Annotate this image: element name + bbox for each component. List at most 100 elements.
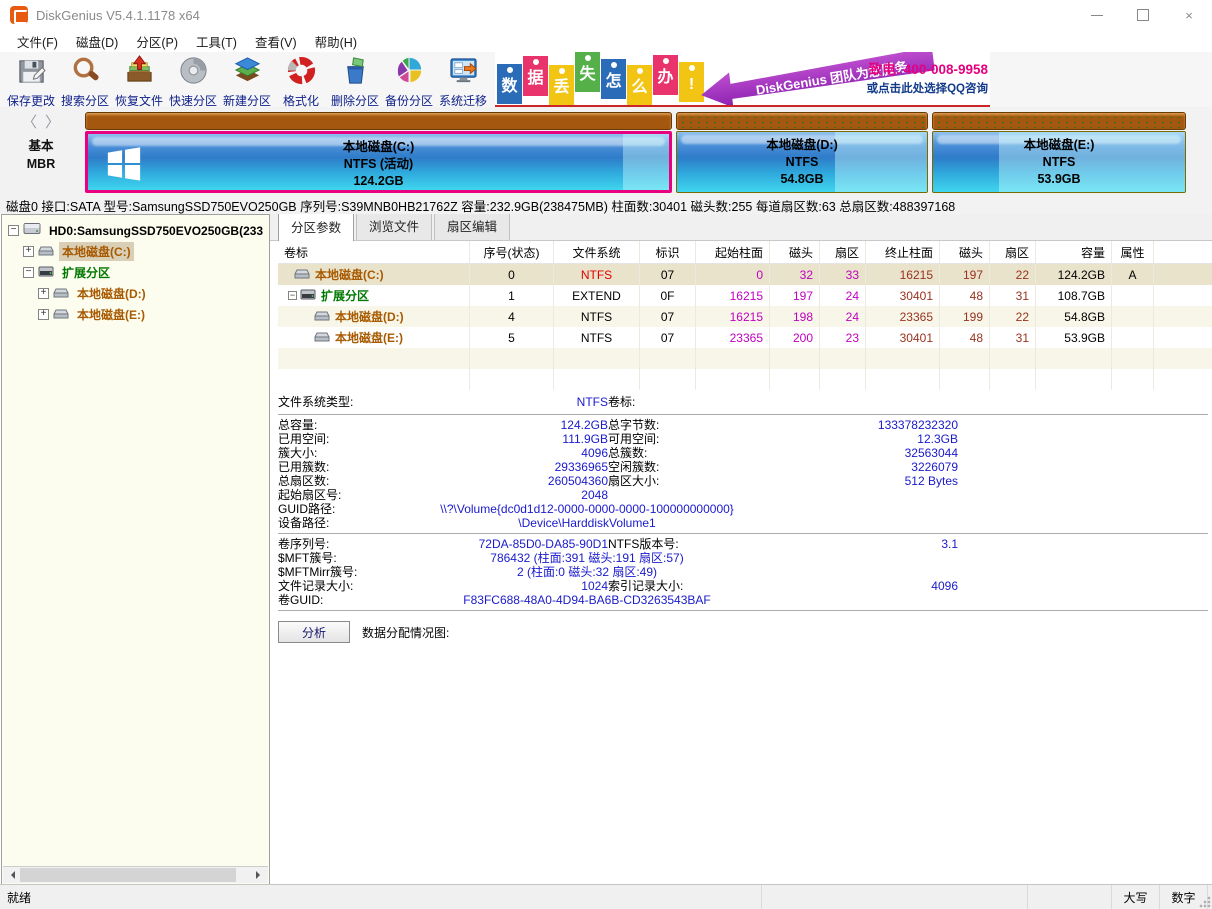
menu-item-3[interactable]: 工具(T) bbox=[187, 30, 246, 53]
tree-item-本地磁盘(D:)[interactable]: + 本地磁盘(D:) bbox=[2, 283, 269, 304]
expand-icon[interactable]: + bbox=[38, 288, 49, 299]
scroll-left-icon[interactable] bbox=[3, 867, 19, 883]
disk-nav-arrows[interactable]: 〈〉 bbox=[0, 111, 82, 132]
partition-type-bar bbox=[85, 112, 672, 130]
table-row-扩展分区[interactable]: − 扩展分区 1 EXTEND 0F 16215 197 24 30401 48 31 108.7GB bbox=[278, 285, 1212, 306]
格式化-button[interactable]: 格式化 bbox=[274, 52, 328, 108]
minimize-button[interactable] bbox=[1074, 0, 1120, 30]
menu-item-5[interactable]: 帮助(H) bbox=[306, 30, 366, 53]
partition-block-本地磁盘(C:)[interactable]: 本地磁盘(C:) NTFS (活动) 124.2GB bbox=[85, 107, 672, 194]
menu-item-0[interactable]: 文件(F) bbox=[8, 30, 67, 53]
table-cell: 199 bbox=[940, 306, 990, 327]
table-cell: 22 bbox=[990, 306, 1036, 327]
detail-row: 已用簇数: 29336965 空闲簇数: 3226079 bbox=[278, 460, 1208, 474]
partition-icon bbox=[294, 268, 310, 282]
separator-line bbox=[278, 533, 1208, 534]
tree-item-HD0:SamsungSSD750EVO250GB(233[interactable]: − HD0:SamsungSSD750EVO250GB(233 bbox=[2, 220, 269, 241]
status-text: 就绪 bbox=[0, 885, 762, 909]
删除分区-button[interactable]: 删除分区 bbox=[328, 52, 382, 108]
row-volume-label: 本地磁盘(E:) bbox=[335, 331, 403, 345]
resize-grip[interactable] bbox=[1199, 896, 1211, 908]
detail-value: 1024 bbox=[581, 579, 608, 593]
table-cell: 16215 bbox=[696, 306, 770, 327]
column-header-磁头[interactable]: 磁头 bbox=[770, 241, 820, 263]
column-header-起始柱面[interactable]: 起始柱面 bbox=[696, 241, 770, 263]
partition-body[interactable]: 本地磁盘(E:) NTFS 53.9GB bbox=[932, 131, 1186, 193]
column-header-序号(状态)[interactable]: 序号(状态) bbox=[470, 241, 554, 263]
detail-value: 124.2GB bbox=[560, 418, 608, 432]
detail-value: 12.3GB bbox=[917, 432, 958, 446]
tree-horizontal-scrollbar[interactable] bbox=[3, 866, 268, 883]
table-cell bbox=[696, 348, 770, 369]
detail-row: 簇大小: 4096 总簇数: 32563044 bbox=[278, 446, 1208, 460]
partition-body[interactable]: 本地磁盘(D:) NTFS 54.8GB bbox=[676, 131, 928, 193]
column-header-扇区[interactable]: 扇区 bbox=[820, 241, 866, 263]
table-row-本地磁盘(E:)[interactable]: 本地磁盘(E:) 5 NTFS 07 23365 200 23 30401 48 31 53.9GB bbox=[278, 327, 1212, 348]
analyze-row: 分析 数据分配情况图: bbox=[278, 621, 1208, 643]
partition-body[interactable]: 本地磁盘(C:) NTFS (活动) 124.2GB bbox=[85, 131, 672, 193]
detail-value: F83FC688-48A0-4D94-BA6B-CD3263543BAF bbox=[463, 593, 711, 607]
collapse-icon[interactable]: − bbox=[8, 225, 19, 236]
系统迁移-button[interactable]: 系统迁移 bbox=[436, 52, 490, 108]
table-cell bbox=[866, 348, 940, 369]
保存更改-button[interactable]: 保存更改 bbox=[4, 52, 58, 108]
tree-item-label: 本地磁盘(E:) bbox=[77, 308, 145, 322]
备份分区-button[interactable]: 备份分区 bbox=[382, 52, 436, 108]
expand-icon[interactable]: + bbox=[38, 309, 49, 320]
恢复文件-button[interactable]: 恢复文件 bbox=[112, 52, 166, 108]
volume-label-cell bbox=[278, 369, 470, 390]
tree-item-本地磁盘(E:)[interactable]: + 本地磁盘(E:) bbox=[2, 304, 269, 325]
column-header-终止柱面[interactable]: 终止柱面 bbox=[866, 241, 940, 263]
detail-row: 文件系统类型: NTFS 卷标: bbox=[278, 394, 1208, 411]
diskgenius-window: DiskGenius V5.4.1.1178 x64 × 文件(F) 磁盘(D) 分… bbox=[0, 0, 1212, 909]
detail-label: $MFT簇号: bbox=[278, 551, 337, 565]
analyze-button[interactable]: 分析 bbox=[278, 621, 350, 643]
detail-value: 29336965 bbox=[554, 460, 608, 474]
minimize-icon bbox=[1091, 14, 1103, 16]
column-header-容量[interactable]: 容量 bbox=[1036, 241, 1112, 263]
detail-label: 可用空间: bbox=[608, 432, 660, 446]
scroll-right-icon[interactable] bbox=[252, 867, 268, 883]
tree-item-扩展分区[interactable]: − 扩展分区 bbox=[2, 262, 269, 283]
tree-item-本地磁盘(C:)[interactable]: + 本地磁盘(C:) bbox=[2, 241, 269, 262]
maximize-button[interactable] bbox=[1120, 0, 1166, 30]
banner-qq-link[interactable]: 或点击此处选择QQ咨询 bbox=[830, 80, 988, 96]
format-icon bbox=[286, 55, 317, 91]
prev-disk-icon[interactable]: 〈 bbox=[22, 114, 45, 131]
next-disk-icon[interactable]: 〉 bbox=[45, 114, 68, 131]
scrollbar-thumb[interactable] bbox=[20, 868, 236, 882]
table-cell: 07 bbox=[640, 327, 696, 348]
detail-row: 总容量: 124.2GB 总字节数: 133378232320 bbox=[278, 418, 1208, 432]
promo-banner[interactable]: 数据丢失怎么办! DiskGenius 团队为您服务 致电: 400-008-9… bbox=[495, 52, 990, 107]
column-header-磁头[interactable]: 磁头 bbox=[940, 241, 990, 263]
menu-item-1[interactable]: 磁盘(D) bbox=[67, 30, 127, 53]
collapse-icon[interactable]: − bbox=[288, 291, 297, 300]
table-row-本地磁盘(D:)[interactable]: 本地磁盘(D:) 4 NTFS 07 16215 198 24 23365 199 22 54.8G… bbox=[278, 306, 1212, 327]
tab-浏览文件[interactable]: 浏览文件 bbox=[356, 214, 433, 240]
column-header-扇区[interactable]: 扇区 bbox=[990, 241, 1036, 263]
tab-分区参数[interactable]: 分区参数 bbox=[278, 214, 355, 241]
table-row[interactable] bbox=[278, 348, 1212, 369]
close-button[interactable]: × bbox=[1166, 0, 1212, 30]
tab-扇区编辑[interactable]: 扇区编辑 bbox=[434, 214, 511, 240]
column-header-属性[interactable]: 属性 bbox=[1112, 241, 1154, 263]
expand-icon[interactable]: + bbox=[23, 246, 34, 257]
partition-text: 本地磁盘(E:) NTFS 53.9GB bbox=[933, 132, 1185, 188]
partition-detail-panel: 分区参数 浏览文件 扇区编辑 卷标 序号(状态) 文件系统 标识 起始柱面 磁头 扇区 终止柱面磁… bbox=[270, 214, 1212, 885]
table-row-本地磁盘(C:)[interactable]: 本地磁盘(C:) 0 NTFS 07 0 32 33 16215 197 22 124.2GB A bbox=[278, 264, 1212, 285]
column-header-卷标[interactable]: 卷标 bbox=[278, 241, 470, 263]
partition-block-本地磁盘(E:)[interactable]: 本地磁盘(E:) NTFS 53.9GB bbox=[932, 107, 1186, 194]
partition-fs: NTFS bbox=[785, 155, 819, 169]
partition-icon bbox=[314, 310, 330, 324]
menu-item-2[interactable]: 分区(P) bbox=[127, 30, 187, 53]
快速分区-button[interactable]: 快速分区 bbox=[166, 52, 220, 108]
新建分区-button[interactable]: 新建分区 bbox=[220, 52, 274, 108]
table-row[interactable] bbox=[278, 369, 1212, 390]
partition-block-本地磁盘(D:)[interactable]: 本地磁盘(D:) NTFS 54.8GB bbox=[676, 107, 928, 194]
row-volume-label: 本地磁盘(C:) bbox=[315, 268, 384, 282]
column-header-标识[interactable]: 标识 bbox=[640, 241, 696, 263]
collapse-icon[interactable]: − bbox=[23, 267, 34, 278]
搜索分区-button[interactable]: 搜索分区 bbox=[58, 52, 112, 108]
column-header-文件系统[interactable]: 文件系统 bbox=[554, 241, 640, 263]
menu-item-4[interactable]: 查看(V) bbox=[246, 30, 306, 53]
